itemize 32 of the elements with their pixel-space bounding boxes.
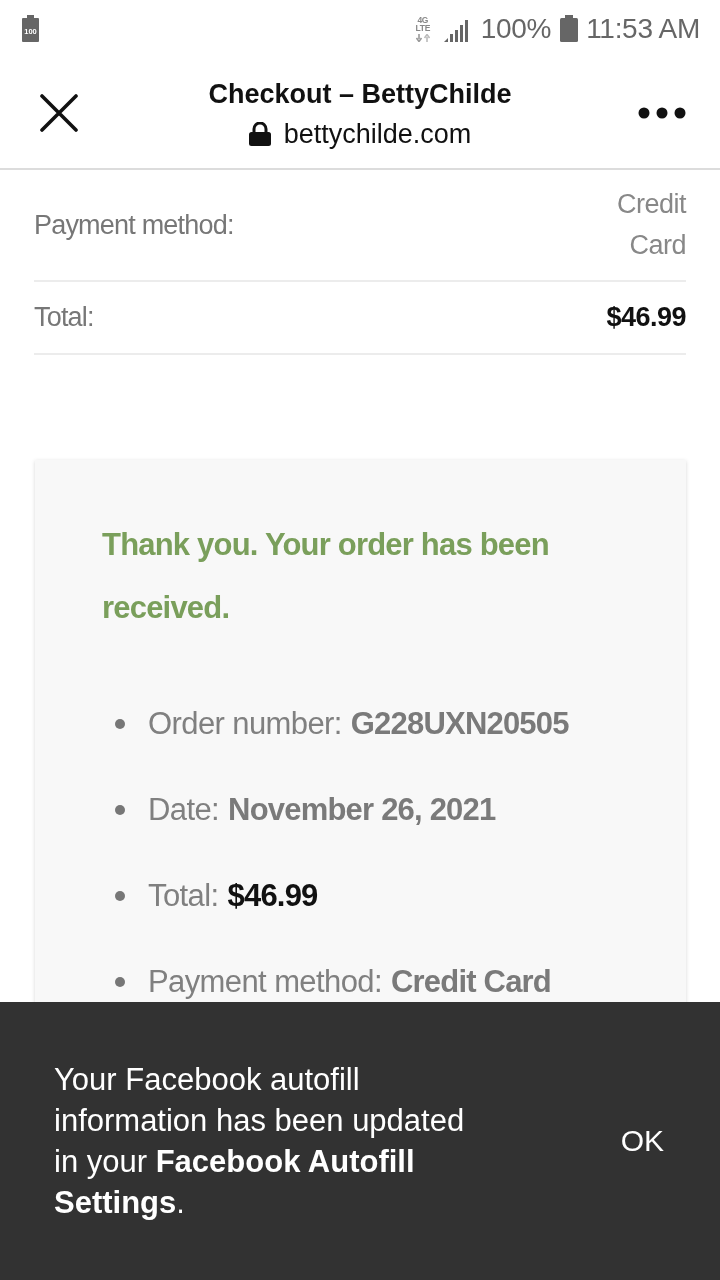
page-title: Checkout – BettyChilde (208, 78, 512, 111)
close-button[interactable] (40, 93, 78, 132)
more-icon (638, 106, 686, 119)
data-arrows-icon (415, 33, 430, 42)
lock-icon (248, 122, 271, 146)
bullet-icon (115, 891, 125, 901)
clock-time: 11:53 AM (586, 12, 700, 45)
detail-value: $46.99 (227, 878, 318, 914)
ok-button[interactable]: OK (614, 1116, 670, 1166)
bullet-icon (115, 977, 125, 987)
snackbar-message: Your Facebook autofill information has been updated in your Facebook Autofill Settings. (54, 1061, 466, 1222)
summary-value: $46.99 (605, 301, 686, 334)
network-type-label: 4G LTE (414, 15, 431, 32)
detail-label: Order number: (148, 706, 342, 742)
site-domain: bettychilde.com (283, 118, 472, 151)
summary-label: Payment method: (34, 208, 234, 242)
signal-icon (443, 19, 471, 42)
confirmation-message: Thank you. Your order has been received. (102, 526, 550, 627)
bullet-icon (115, 805, 125, 815)
detail-label: Total: (148, 878, 219, 914)
summary-value: Credit Card (615, 188, 686, 262)
close-icon (40, 93, 78, 132)
detail-value: Credit Card (390, 964, 551, 1000)
battery-percent: 100% (480, 12, 552, 45)
detail-value: November 26, 2021 (228, 792, 496, 828)
more-button[interactable] (638, 106, 686, 119)
detail-label: Date: (148, 792, 220, 828)
battery-icon (560, 15, 579, 42)
bullet-icon (115, 719, 125, 729)
detail-label: Payment method: (148, 964, 382, 1000)
summary-label: Total: (34, 301, 94, 334)
detail-value: G228UXN20505 (350, 706, 569, 742)
